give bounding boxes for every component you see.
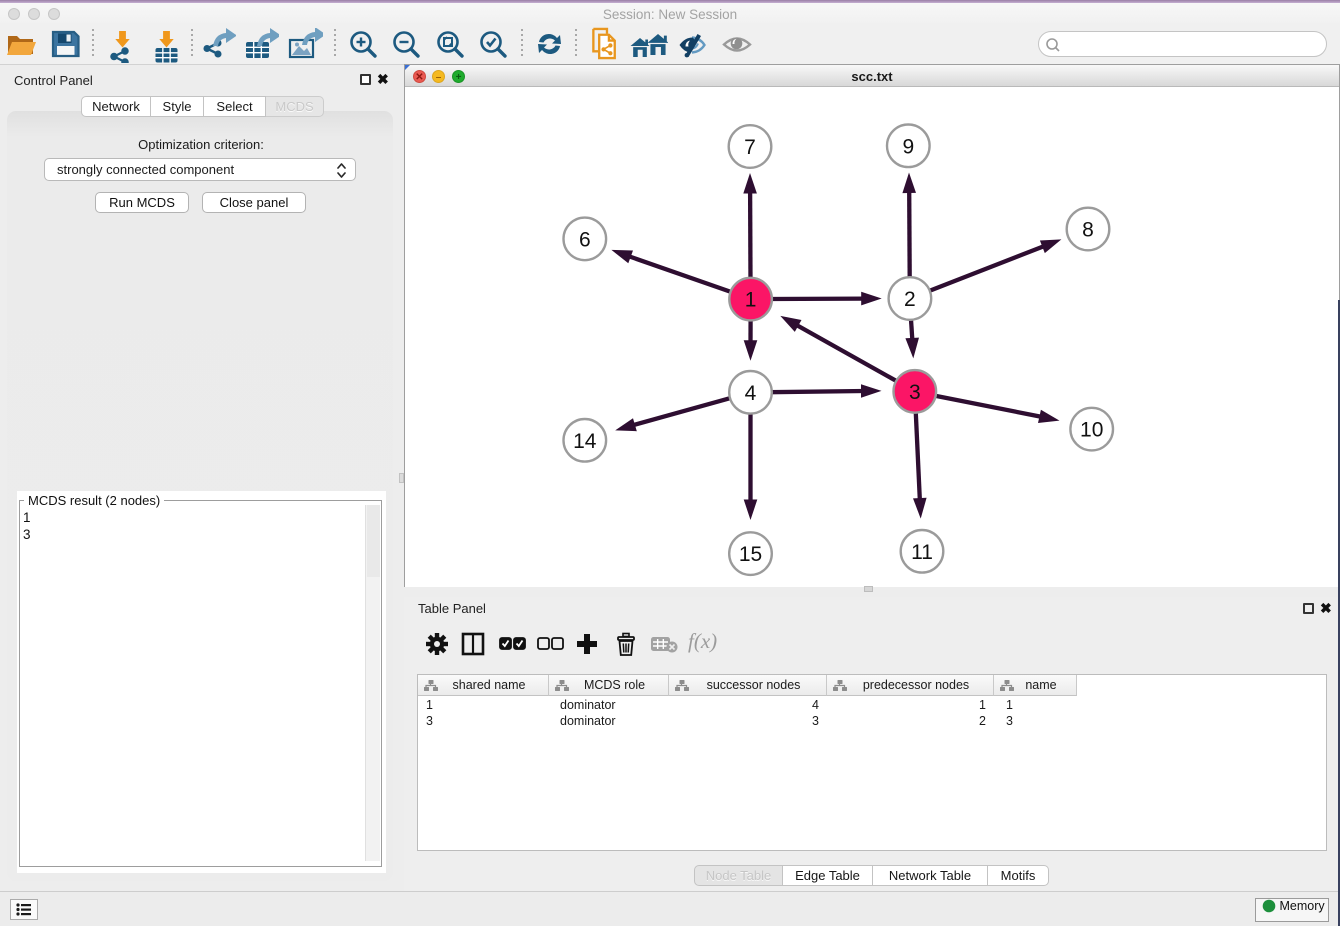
svg-text:1: 1 — [745, 289, 757, 312]
svg-text:9: 9 — [902, 135, 914, 158]
svg-text:6: 6 — [579, 228, 591, 251]
svg-text:15: 15 — [739, 543, 762, 566]
svg-text:3: 3 — [909, 381, 921, 404]
svg-text:2: 2 — [904, 288, 916, 311]
svg-text:11: 11 — [911, 541, 933, 564]
svg-text:8: 8 — [1082, 219, 1094, 242]
svg-text:14: 14 — [573, 430, 597, 453]
svg-text:7: 7 — [744, 136, 756, 159]
svg-text:10: 10 — [1080, 419, 1103, 442]
svg-text:4: 4 — [745, 382, 757, 405]
